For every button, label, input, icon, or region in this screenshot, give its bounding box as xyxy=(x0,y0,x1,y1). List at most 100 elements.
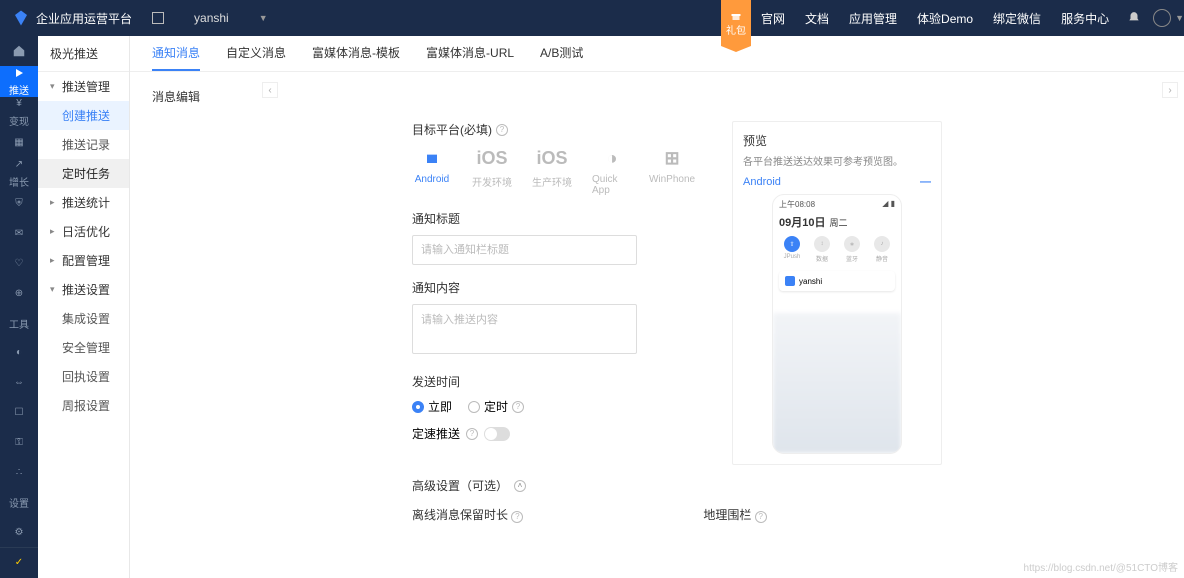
help-icon[interactable]: ? xyxy=(755,511,767,523)
nav-wechat[interactable]: 绑定微信 xyxy=(983,10,1051,27)
user-chevron-icon[interactable]: ▼ xyxy=(1175,13,1184,23)
tab-scroll-right[interactable]: › xyxy=(1162,82,1178,98)
tab-richmedia-url[interactable]: 富媒体消息-URL xyxy=(426,36,514,71)
sb-scheduled[interactable]: 定时任务 xyxy=(38,159,129,188)
sb-group-push-label: 推送管理 xyxy=(62,78,110,95)
rail-sec[interactable]: ⚿ xyxy=(0,428,38,458)
platform-android[interactable]: Android xyxy=(412,146,452,196)
tab-richmedia-tpl[interactable]: 富媒体消息-模板 xyxy=(312,36,400,71)
rail-push[interactable]: 推送 xyxy=(0,66,38,97)
nav-docs[interactable]: 文档 xyxy=(795,10,839,27)
sb-integration[interactable]: 集成设置 xyxy=(38,304,129,333)
sb-group-settings[interactable]: ▾推送设置 xyxy=(38,275,129,304)
sb-settings-label: 推送设置 xyxy=(62,281,110,298)
radio-later[interactable]: 定时? xyxy=(468,398,524,415)
platform-quickapp[interactable]: ◑Quick App xyxy=(592,146,632,196)
content-input[interactable] xyxy=(412,304,637,354)
rail-globe[interactable]: ⊕ xyxy=(0,278,38,308)
phone-time: 上午08:08 xyxy=(779,199,815,210)
help-icon[interactable]: ? xyxy=(511,511,523,523)
sb-group-stats[interactable]: ▸推送统计 xyxy=(38,188,129,217)
qs-bt: ∗蓝牙 xyxy=(840,236,864,263)
play-icon xyxy=(12,66,26,80)
chevron-right-icon: ▸ xyxy=(50,197,58,208)
collapse-icon[interactable]: — xyxy=(920,176,931,188)
title-input[interactable] xyxy=(412,235,637,265)
plat-quick-label: Quick App xyxy=(592,174,632,196)
gear-icon: ⚙ xyxy=(12,525,26,539)
rail-home[interactable] xyxy=(0,36,38,66)
plat-iosdev-label: 开发环境 xyxy=(472,174,512,189)
adv-geofence: 地理围栏 ? xyxy=(703,506,766,523)
app-selector[interactable]: yanshi ▼ xyxy=(152,11,268,25)
heart-icon: ♡ xyxy=(12,256,26,270)
sb-group-push[interactable]: ▾推送管理 xyxy=(38,72,129,101)
nav-demo[interactable]: 体验Demo xyxy=(907,10,983,27)
time-label: 发送时间 xyxy=(412,373,692,390)
sb-group-dau[interactable]: ▸日活优化 xyxy=(38,217,129,246)
bell-icon[interactable] xyxy=(1119,11,1149,25)
header-nav: 官网 文档 应用管理 体验Demo 绑定微信 服务中心 ▼ xyxy=(751,9,1184,27)
rail-msg[interactable]: ☐ xyxy=(0,398,38,428)
tab-notification[interactable]: 通知消息 xyxy=(152,36,200,71)
qs-mute: ♪静音 xyxy=(870,236,894,263)
rail-brand[interactable]: ✓ xyxy=(0,548,38,578)
radio-now-label: 立即 xyxy=(428,398,452,415)
preview-panel: 预览 各平台推送送达效果可参考预览图。 Android— 上午08:08◢ ▮ … xyxy=(732,121,942,465)
more-icon: ∴ xyxy=(12,465,26,479)
rail-growth-label: 增长 xyxy=(9,174,29,189)
sb-group-config[interactable]: ▸配置管理 xyxy=(38,246,129,275)
help-icon[interactable]: ? xyxy=(496,124,508,136)
avatar[interactable] xyxy=(1153,9,1171,27)
adv-offline: 离线消息保留时长 ? xyxy=(412,506,523,523)
phone-statusbar: 上午08:08◢ ▮ xyxy=(773,195,901,214)
sb-create-push[interactable]: 创建推送 xyxy=(38,101,129,130)
phone-date: 09月10日周二 xyxy=(773,214,901,230)
top-header: 企业应用运营平台 yanshi ▼ 礼包 官网 文档 应用管理 体验Demo 绑… xyxy=(0,0,1184,36)
advanced-toggle[interactable]: 高级设置（可选）˄ xyxy=(412,477,1162,494)
rail-sms[interactable]: ✉ xyxy=(0,219,38,249)
platform-label: 目标平台(必填)? xyxy=(412,121,692,138)
help-icon[interactable]: ? xyxy=(466,428,478,440)
notif-app-name: yanshi xyxy=(799,277,822,286)
sb-weekly[interactable]: 周报设置 xyxy=(38,391,129,420)
gift-ribbon[interactable]: 礼包 xyxy=(721,0,751,46)
platform-winphone[interactable]: ⊞WinPhone xyxy=(652,146,692,196)
rail-more[interactable]: ∴ xyxy=(0,457,38,487)
rail-cash[interactable]: ¥变现 xyxy=(0,97,38,128)
platform-ios-dev[interactable]: iOS开发环境 xyxy=(472,146,512,196)
world-icon: ◐ xyxy=(12,346,26,360)
rail-world[interactable]: ◐ xyxy=(0,338,38,368)
rail-growth[interactable]: ↗增长 xyxy=(0,158,38,189)
platform-ios-prod[interactable]: iOS生产环境 xyxy=(532,146,572,196)
rail-tools[interactable]: 工具 xyxy=(0,308,38,338)
watermark: https://blog.csdn.net/@51CTO博客 xyxy=(1024,559,1178,574)
tab-scroll-left[interactable]: ‹ xyxy=(262,82,278,98)
preview-tab-android[interactable]: Android — xyxy=(743,176,931,188)
sb-security[interactable]: 安全管理 xyxy=(38,333,129,362)
rail-iot[interactable]: ▦ xyxy=(0,128,38,158)
nav-official[interactable]: 官网 xyxy=(751,10,795,27)
plat-iosprod-label: 生产环境 xyxy=(532,174,572,189)
rail-heart[interactable]: ♡ xyxy=(0,248,38,278)
rail-tools-label: 工具 xyxy=(9,316,29,331)
nav-appmgmt[interactable]: 应用管理 xyxy=(839,10,907,27)
home-icon xyxy=(12,44,26,58)
nav-service[interactable]: 服务中心 xyxy=(1051,10,1119,27)
rail-link[interactable]: ⇔ xyxy=(0,368,38,398)
phone-notification: yanshi xyxy=(779,271,895,291)
tab-custom[interactable]: 自定义消息 xyxy=(226,36,286,71)
rail-settings[interactable]: 设置 xyxy=(0,487,38,517)
plat-android-label: Android xyxy=(415,174,449,185)
help-icon[interactable]: ? xyxy=(512,401,524,413)
rail-shield[interactable]: ⛨ xyxy=(0,189,38,219)
preview-tab-label: Android xyxy=(743,176,781,188)
rail-gear[interactable]: ⚙ xyxy=(0,517,38,547)
tab-abtest[interactable]: A/B测试 xyxy=(540,36,583,71)
sb-push-records[interactable]: 推送记录 xyxy=(38,130,129,159)
phone-quicksettings: ⇧JPush ↕数据 ∗蓝牙 ♪静音 xyxy=(773,230,901,269)
sb-receipt[interactable]: 回执设置 xyxy=(38,362,129,391)
speed-toggle[interactable] xyxy=(484,427,510,441)
radio-now[interactable]: 立即 xyxy=(412,398,452,415)
phone-day: 周二 xyxy=(829,216,847,229)
